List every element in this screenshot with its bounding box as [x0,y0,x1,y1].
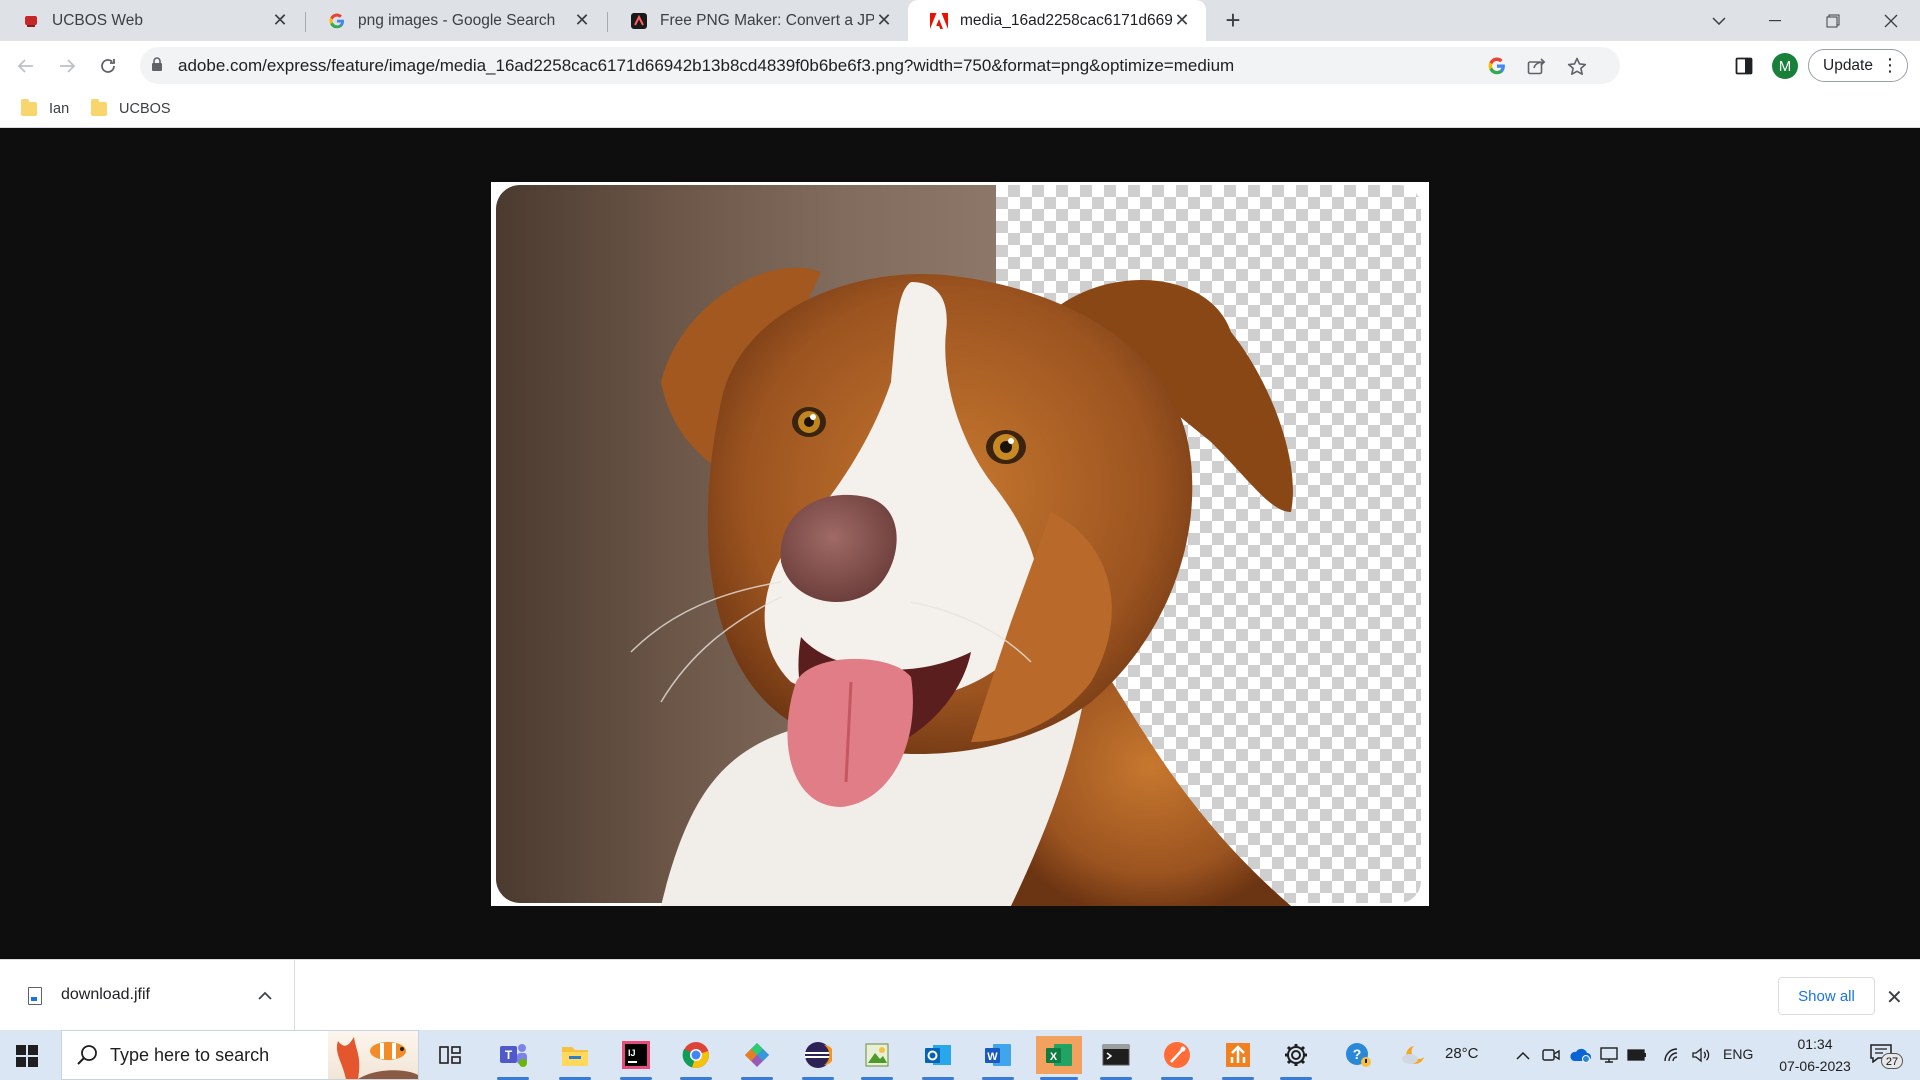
bookmark-folder-ucbos[interactable]: UCBOS [91,98,171,120]
download-bar: download.jfif Show all ✕ [0,959,1920,1030]
chrome-icon[interactable] [676,1036,716,1080]
postman-icon[interactable] [1157,1036,1197,1080]
clock-date: 07-06-2023 [1779,1058,1851,1074]
update-button[interactable]: Update ⋮ [1808,49,1908,82]
google-lens-icon[interactable] [1486,55,1508,77]
wifi-icon[interactable] [1659,1036,1685,1074]
svg-text:X: X [1050,1051,1058,1063]
tab-strip: UCBOS Web ✕ png images - Google Search ✕… [0,0,1920,41]
folder-icon [91,99,107,116]
tab-ucbos-web[interactable]: UCBOS Web ✕ [0,0,304,41]
svg-text:?: ? [1353,1046,1362,1062]
sourcetree-icon[interactable] [1218,1036,1258,1080]
bookmark-label: Ian [49,101,70,117]
battery-icon[interactable] [1624,1036,1650,1074]
close-window-button[interactable] [1868,0,1914,41]
network-adapter-icon[interactable] [1596,1036,1622,1074]
excel-icon[interactable]: X [1036,1036,1082,1080]
clock-time: 01:34 [1797,1036,1833,1052]
displayed-png-image[interactable] [491,182,1429,906]
intellij-icon[interactable]: IJ [616,1036,656,1080]
show-all-button[interactable]: Show all [1778,977,1875,1015]
windows-start-icon[interactable] [16,1045,38,1067]
side-panel-icon[interactable] [1728,50,1760,82]
task-view-icon[interactable] [430,1036,470,1074]
system-clock[interactable]: 01:34 07-06-2023 [1760,1033,1870,1077]
taskbar-search-box[interactable]: Type here to search [61,1030,419,1080]
bookmark-label: UCBOS [119,101,171,117]
svg-text:T: T [505,1048,513,1062]
close-download-bar-icon[interactable]: ✕ [1886,985,1903,1010]
close-tab-icon[interactable]: ✕ [1172,10,1192,31]
google-icon [328,12,346,30]
word-icon[interactable]: W [978,1036,1018,1080]
close-tab-icon[interactable]: ✕ [874,10,894,31]
download-item[interactable]: download.jfif [0,960,295,1030]
windows-taskbar: Type here to search T IJ W X ? 28°C ENG … [0,1030,1920,1080]
help-icon[interactable]: ? [1338,1036,1378,1074]
adobe-express-icon [630,12,648,30]
notification-center-icon[interactable]: 27 [1869,1043,1903,1069]
weather-icon[interactable] [1398,1036,1430,1074]
notification-count-badge: 27 [1881,1053,1903,1069]
dog-photo [630,267,1293,906]
meet-now-icon[interactable] [1538,1036,1564,1074]
ucbos-icon [22,12,40,30]
tab-title: media_16ad2258cac6171d66942b13b8cd4839f0… [960,11,1172,29]
terminal-icon[interactable] [1096,1036,1136,1080]
image-viewer [0,128,1920,959]
more-menu-icon[interactable]: ⋮ [1881,56,1899,74]
git-icon[interactable] [737,1036,777,1080]
lock-icon[interactable] [151,57,163,77]
svg-text:IJ: IJ [628,1048,636,1058]
chevron-up-icon[interactable] [258,987,272,1005]
weather-temperature[interactable]: 28°C [1445,1045,1479,1062]
settings-icon[interactable] [1276,1036,1316,1080]
adobe-icon [930,12,948,30]
update-label: Update [1823,56,1873,74]
outlook-icon[interactable] [918,1036,958,1080]
download-filename: download.jfif [61,986,150,1003]
chevron-up-icon[interactable] [1509,1036,1537,1074]
tab-title: UCBOS Web [52,11,144,29]
restore-button[interactable] [1810,0,1856,41]
tab-free-png-maker[interactable]: Free PNG Maker: Convert a JPG to PNG ✕ [608,0,908,41]
address-bar[interactable]: adobe.com/express/feature/image/media_16… [140,47,1620,84]
profile-avatar[interactable]: M [1772,53,1798,79]
photos-icon[interactable] [857,1036,897,1080]
reload-button[interactable] [92,50,124,82]
file-explorer-icon[interactable] [555,1036,595,1080]
tab-search-icon[interactable] [1696,0,1742,41]
search-icon [76,1044,98,1071]
volume-icon[interactable] [1688,1036,1714,1074]
bookmark-star-icon[interactable] [1566,55,1588,77]
folder-icon [21,99,37,116]
onedrive-icon[interactable] [1566,1036,1594,1074]
new-tab-button[interactable]: + [1220,7,1246,34]
close-tab-icon[interactable]: ✕ [270,10,290,31]
share-icon[interactable] [1526,55,1548,77]
tab-title: Free PNG Maker: Convert a JPG to PNG [660,11,874,29]
eclipse-icon[interactable] [798,1036,838,1080]
back-button[interactable] [10,50,42,82]
search-highlight-illustration [328,1031,418,1079]
tab-title: png images - Google Search [358,11,556,29]
tab-media-png[interactable]: media_16ad2258cac6171d66942b13b8cd4839f0… [908,0,1206,41]
url-text: adobe.com/express/feature/image/media_16… [178,56,1235,75]
teams-icon[interactable]: T [493,1036,533,1080]
input-language[interactable]: ENG [1723,1046,1753,1062]
bookmarks-bar: Ian UCBOS [0,90,1920,128]
svg-text:W: W [987,1051,998,1063]
browser-toolbar: adobe.com/express/feature/image/media_16… [0,41,1920,90]
file-icon [28,987,42,1005]
close-tab-icon[interactable]: ✕ [572,10,592,31]
minimize-button[interactable] [1752,0,1798,41]
forward-button[interactable] [51,50,83,82]
search-placeholder: Type here to search [110,1044,270,1065]
bookmark-folder-ian[interactable]: Ian [21,98,69,120]
tab-png-images-google-search[interactable]: png images - Google Search ✕ [306,0,606,41]
